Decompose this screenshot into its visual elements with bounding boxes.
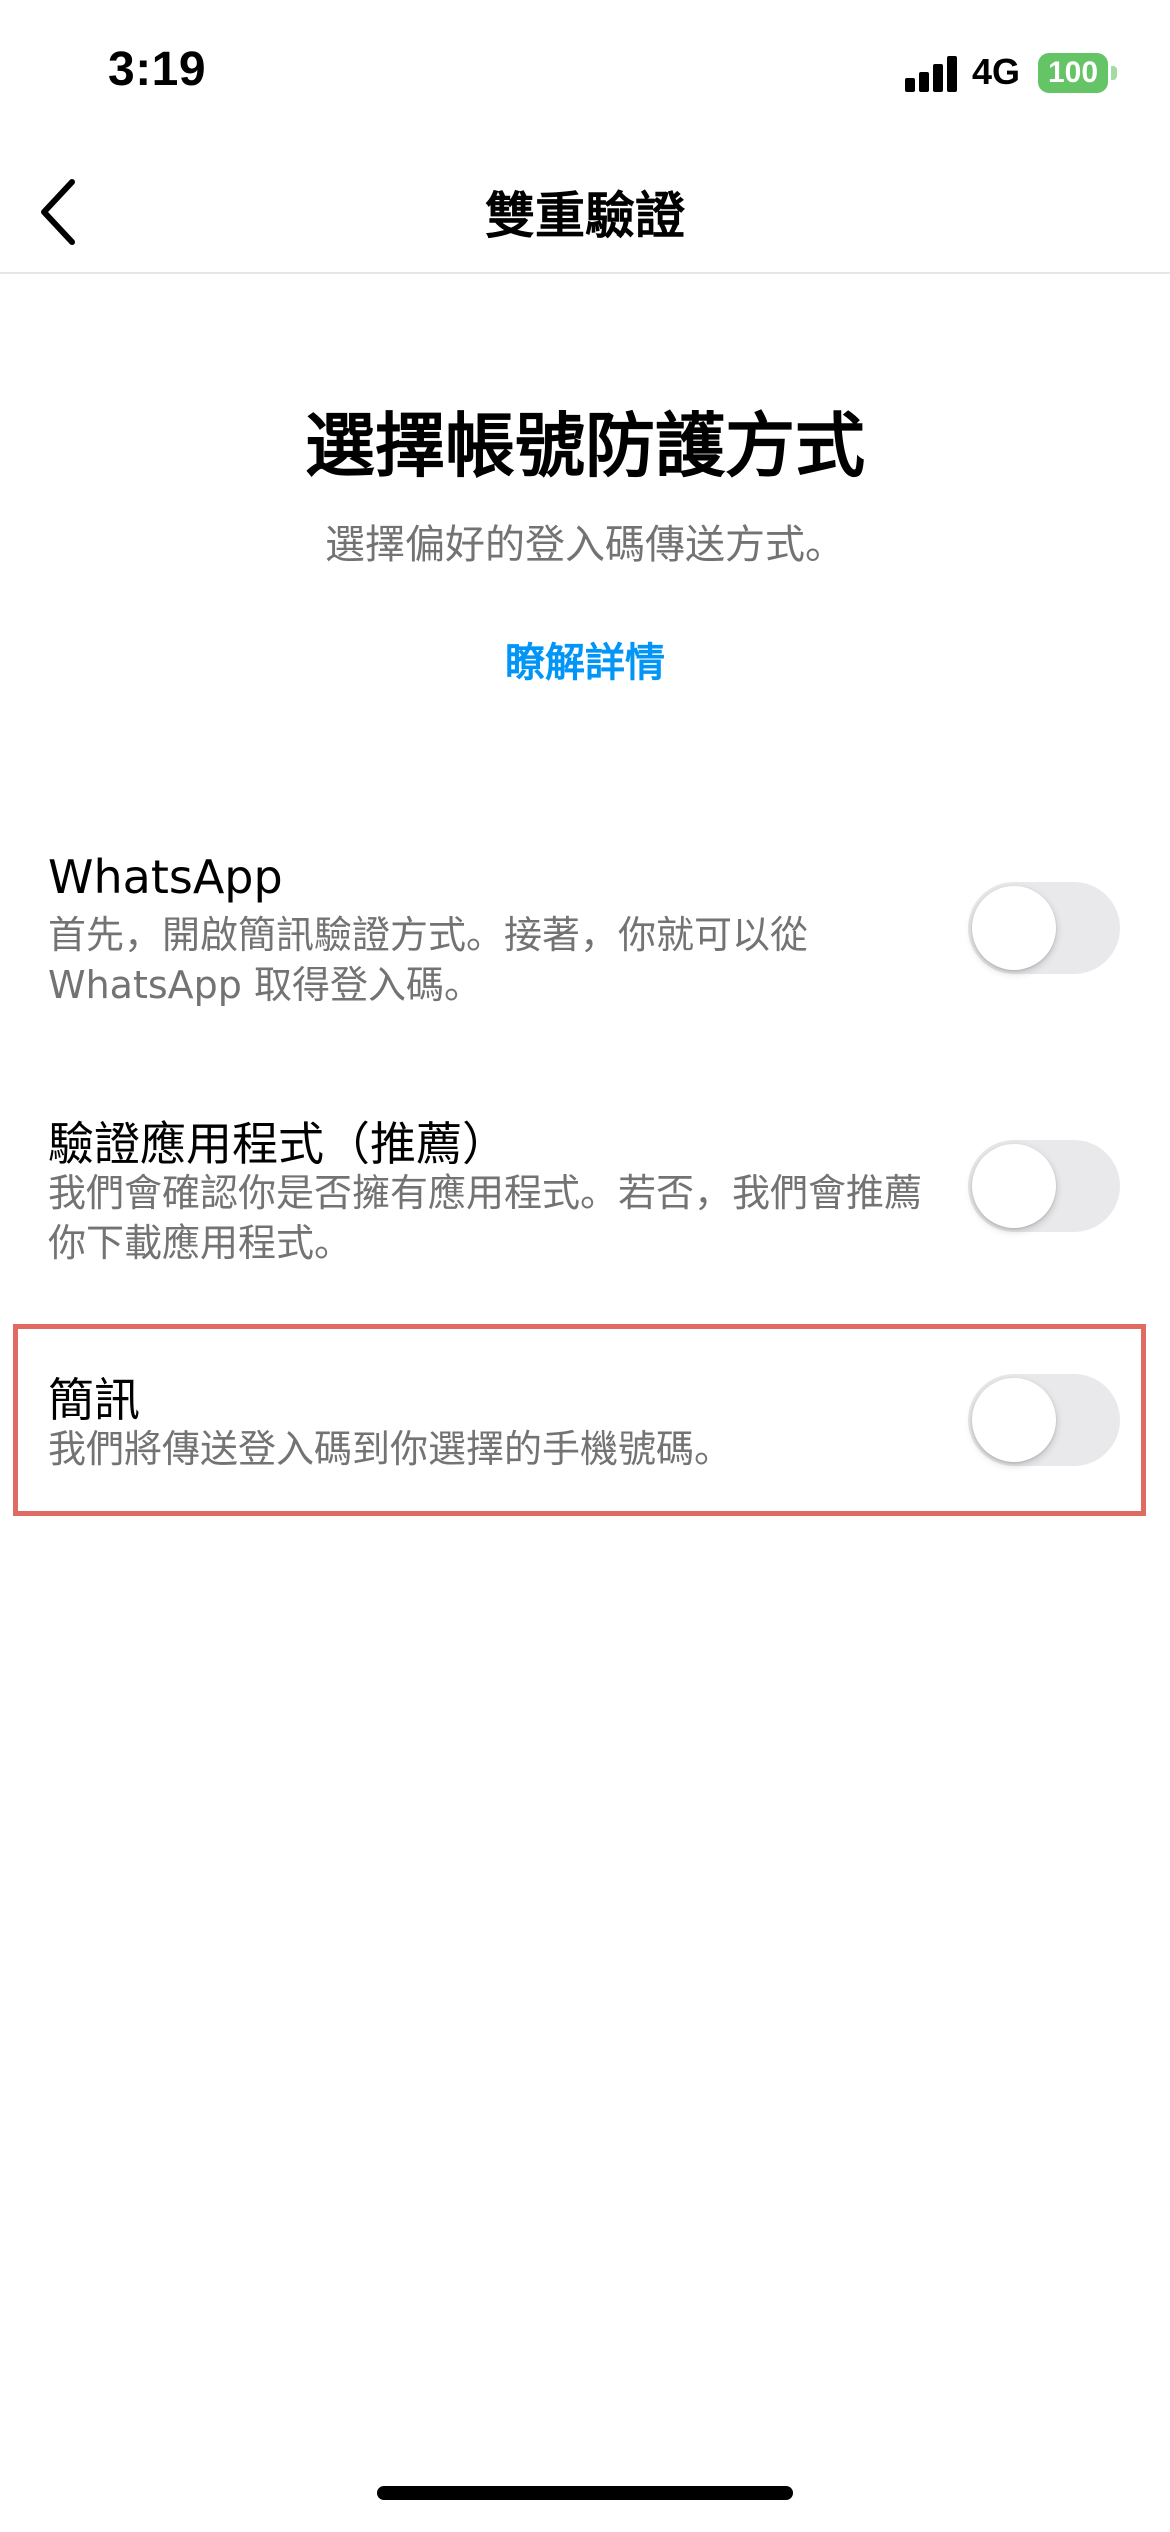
home-indicator	[377, 2486, 793, 2500]
battery-icon: 100	[1038, 53, 1108, 93]
option-title: WhatsApp	[48, 850, 283, 904]
status-bar: 3:19 4G 100	[0, 0, 1170, 150]
option-description: 我們會確認你是否擁有應用程式。若否，我們會推薦你下載應用程式。	[48, 1171, 923, 1265]
authentication-app-toggle[interactable]	[968, 1140, 1120, 1232]
cellular-signal-icon	[905, 54, 959, 92]
option-whatsapp[interactable]: WhatsApp 首先，開啟簡訊驗證方式。接著，你就可以從 WhatsApp 取…	[0, 850, 1170, 1020]
battery-level: 100	[1047, 56, 1099, 89]
section-heading: 選擇帳號防護方式	[305, 405, 865, 487]
learn-more-link[interactable]: 瞭解詳情	[0, 630, 1170, 688]
option-authentication-app[interactable]: 驗證應用程式（推薦） 我們會確認你是否擁有應用程式。若否，我們會推薦你下載應用程…	[0, 1108, 1170, 1278]
toggle-knob	[972, 886, 1056, 970]
network-type: 4G	[972, 51, 1021, 92]
page-title: 雙重驗證	[485, 187, 685, 245]
section-subtitle: 選擇偏好的登入碼傳送方式。	[325, 522, 845, 568]
whatsapp-toggle[interactable]	[968, 882, 1120, 974]
option-title: 驗證應用程式（推薦）	[48, 1117, 508, 1171]
nav-bar: 雙重驗證	[0, 150, 1170, 274]
battery-tip	[1111, 66, 1117, 80]
highlight-box	[13, 1324, 1146, 1516]
status-time: 3:19	[108, 43, 207, 96]
toggle-knob	[972, 1144, 1056, 1228]
option-description: 首先，開啟簡訊驗證方式。接著，你就可以從 WhatsApp 取得登入碼。	[48, 913, 809, 1007]
